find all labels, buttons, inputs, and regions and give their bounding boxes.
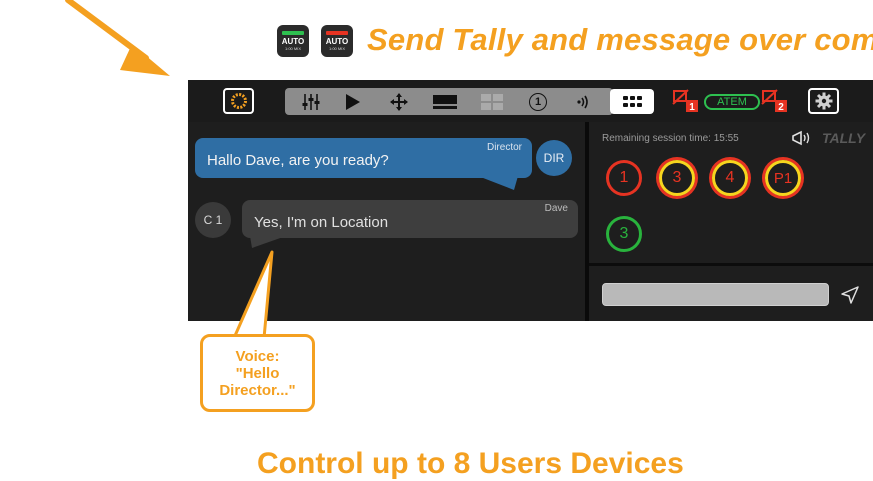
bubble-tail bbox=[250, 236, 286, 248]
bubble-tail bbox=[478, 176, 518, 190]
chat-message-text: Hallo Dave, are you ready? bbox=[207, 152, 389, 169]
tally-1-button[interactable]: 1 bbox=[672, 88, 700, 114]
auto-badge-red: AUTO 1:00 MIX bbox=[321, 25, 353, 57]
multiview-button[interactable] bbox=[477, 88, 507, 115]
mixer-sliders-icon bbox=[302, 93, 320, 110]
number-one-icon: 1 bbox=[529, 92, 547, 111]
lower-third-button[interactable] bbox=[430, 88, 460, 115]
tally-ring[interactable]: 3 bbox=[606, 216, 642, 252]
tally-2-button[interactable]: 2 bbox=[761, 88, 789, 114]
mixer-button[interactable] bbox=[293, 88, 329, 115]
megaphone-icon[interactable] bbox=[791, 130, 813, 146]
audio-wave-icon bbox=[577, 95, 588, 108]
settings-gear-icon bbox=[815, 92, 832, 110]
voice-callout: Voice: "Hello Director..." bbox=[200, 334, 315, 412]
svg-text:2: 2 bbox=[778, 102, 784, 113]
tally-label: TALLY bbox=[822, 130, 866, 146]
audio-button[interactable] bbox=[569, 88, 597, 115]
settings-button[interactable] bbox=[808, 88, 839, 114]
move-button[interactable] bbox=[385, 88, 413, 115]
avatar-director: DIR bbox=[536, 140, 572, 176]
headline: Send Tally and message over com bbox=[367, 22, 873, 57]
play-icon bbox=[346, 93, 360, 110]
chat-message-text: Yes, I'm on Location bbox=[254, 214, 389, 231]
avatar-dave: C 1 bbox=[195, 202, 231, 238]
tally-ring[interactable]: 4 bbox=[712, 160, 748, 196]
lower-third-icon bbox=[433, 94, 457, 109]
callout-pointer bbox=[232, 250, 274, 339]
chat-message-sender: Dave bbox=[544, 203, 568, 214]
auto-badge-green: AUTO 1:00 MIX bbox=[277, 25, 309, 57]
grid-dots-icon bbox=[622, 96, 642, 107]
move-arrows-icon bbox=[390, 92, 408, 111]
play-button[interactable] bbox=[338, 88, 368, 115]
toolbar: 1 1 ATEM 2 bbox=[188, 80, 873, 122]
send-icon[interactable] bbox=[840, 285, 860, 305]
tally-2-icon: 2 bbox=[761, 89, 787, 113]
atem-connection-status[interactable]: ATEM bbox=[704, 94, 760, 110]
app-window: 1 1 ATEM 2 Hallo Dave, are you ready? Di… bbox=[188, 80, 873, 321]
logo-spinner-icon bbox=[230, 93, 247, 109]
bottom-caption: Control up to 8 Users Devices bbox=[257, 447, 684, 480]
message-input[interactable] bbox=[602, 283, 829, 306]
number-one-button[interactable]: 1 bbox=[524, 88, 552, 115]
pointer-arrow bbox=[65, 0, 170, 76]
tally-ring[interactable]: P1 bbox=[765, 160, 801, 196]
tally-ring[interactable]: 1 bbox=[606, 160, 642, 196]
tally-1-icon: 1 bbox=[672, 89, 698, 113]
tally-ring[interactable]: 3 bbox=[659, 160, 695, 196]
chat-tab-button[interactable] bbox=[610, 89, 654, 114]
multiview-icon bbox=[481, 93, 503, 110]
remaining-session-time: Remaining session time: 15:55 bbox=[602, 133, 739, 144]
logo-spinner-button[interactable] bbox=[223, 88, 254, 114]
chat-message-sender: Director bbox=[486, 142, 522, 153]
chat-message-dave[interactable]: Yes, I'm on Location Dave bbox=[242, 200, 578, 238]
svg-text:1: 1 bbox=[689, 102, 695, 113]
chat-message-director[interactable]: Hallo Dave, are you ready? Director bbox=[195, 138, 532, 178]
